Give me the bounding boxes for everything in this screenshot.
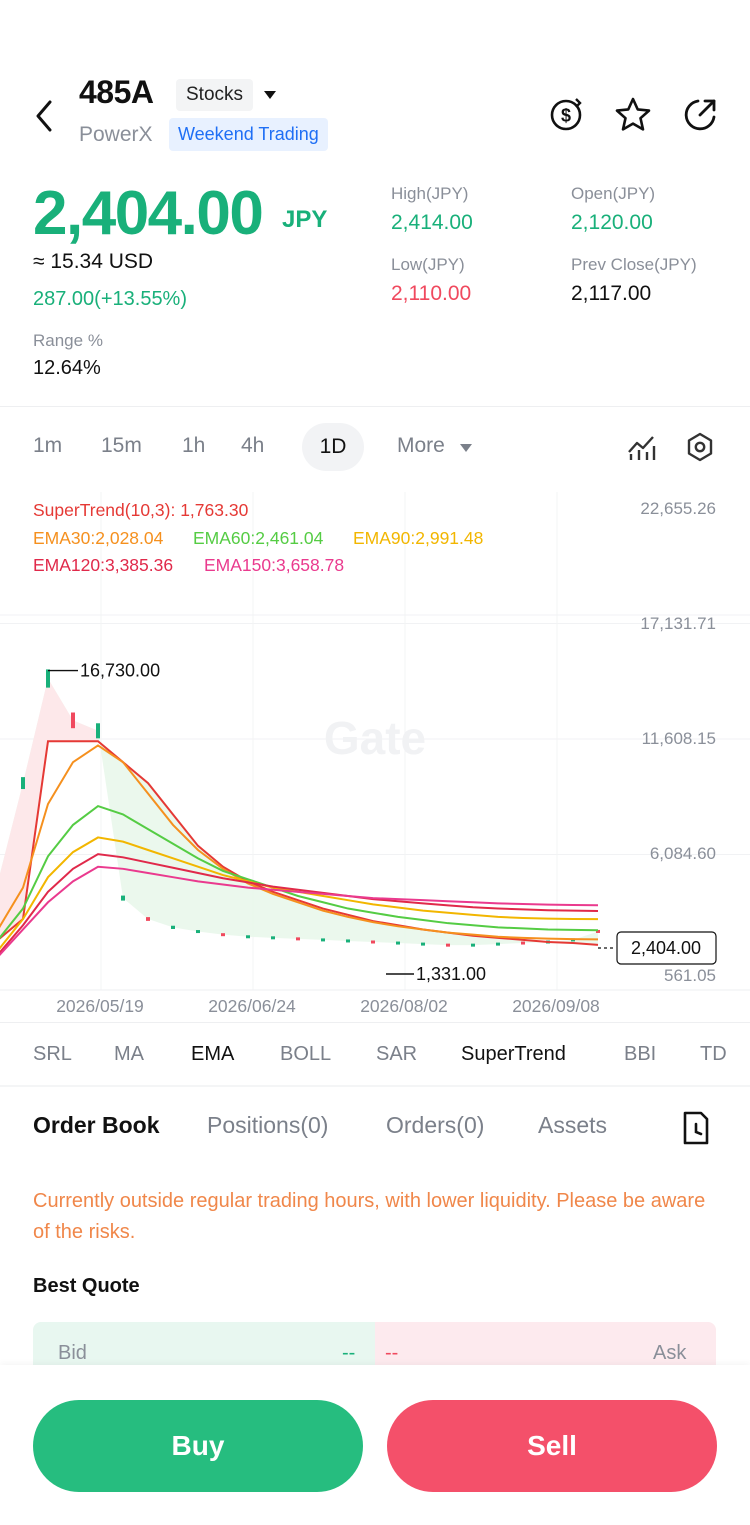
indicator-srl[interactable]: SRL	[33, 1043, 72, 1066]
high-value: 2,414.00	[391, 211, 473, 234]
tf-1d-label: 1D	[319, 435, 347, 458]
tf-4h[interactable]: 4h	[241, 434, 264, 458]
low-label: Low(JPY)	[391, 255, 465, 274]
legend-ema120: EMA120:3,385.36	[33, 555, 174, 575]
star-icon[interactable]	[614, 96, 652, 134]
tf-more[interactable]: More	[397, 434, 445, 458]
section-divider	[0, 406, 750, 407]
y-tick-label: 11,608.15	[642, 729, 716, 748]
legend-ema90: EMA90:2,991.48	[353, 528, 484, 548]
y-tick-label: 22,655.26	[640, 499, 716, 518]
legend-ema30: EMA30:2,028.04	[33, 528, 164, 548]
bid-value: --	[342, 1342, 356, 1364]
currency-convert-icon[interactable]: $	[547, 96, 585, 134]
x-tick-label: 2026/06/24	[208, 996, 296, 1016]
tf-15m[interactable]: 15m	[101, 434, 142, 458]
indicator-td[interactable]: TD	[700, 1043, 727, 1066]
ticker-symbol: 485A	[79, 74, 154, 110]
caret-down-icon[interactable]	[262, 88, 278, 102]
candle	[71, 712, 75, 729]
legend-supertrend: SuperTrend(10,3): 1,763.30	[33, 500, 249, 520]
max-price-label: 16,730.00	[80, 661, 160, 681]
open-label: Open(JPY)	[571, 184, 656, 203]
indicator-bbi[interactable]: BBI	[624, 1043, 656, 1066]
ask-value: --	[385, 1342, 399, 1364]
back-icon[interactable]	[30, 96, 60, 136]
tf-1d[interactable]: 1D	[302, 423, 364, 471]
buy-button[interactable]: Buy	[33, 1400, 363, 1492]
x-tick-label: 2026/05/19	[56, 996, 144, 1016]
range-value: 12.64%	[33, 357, 101, 379]
indicator-ema[interactable]: EMA	[191, 1043, 234, 1066]
indicator-supertrend[interactable]: SuperTrend	[461, 1043, 566, 1066]
candle	[96, 723, 100, 739]
indicator-divider	[0, 1085, 750, 1087]
sell-button[interactable]: Sell	[387, 1400, 717, 1492]
candle	[446, 943, 450, 947]
candle	[21, 777, 25, 790]
candle	[171, 925, 175, 929]
gate-watermark: Gate	[324, 712, 426, 764]
chart-style-icon[interactable]	[626, 432, 658, 462]
trading-hours-warning: Currently outside regular trading hours,…	[33, 1190, 706, 1243]
prev-close-value: 2,117.00	[571, 282, 652, 305]
candle	[221, 933, 225, 937]
company-name: PowerX	[79, 123, 153, 146]
weekend-trading-badge: Weekend Trading	[169, 118, 328, 151]
min-price-label: 1,331.00	[416, 964, 486, 984]
last-price: 2,404.00	[33, 179, 264, 248]
chart-divider	[0, 1022, 750, 1023]
y-tick-label: 561.05	[664, 966, 716, 985]
candle	[346, 939, 350, 943]
indicator-ma[interactable]: MA	[114, 1043, 144, 1066]
candle	[396, 941, 400, 945]
candle	[121, 895, 125, 901]
tf-1m[interactable]: 1m	[33, 434, 62, 458]
y-tick-label: 17,131.71	[640, 614, 716, 633]
settings-hexagon-icon[interactable]	[684, 431, 716, 463]
legend-ema60: EMA60:2,461.04	[193, 528, 324, 548]
tab-assets[interactable]: Assets	[538, 1112, 607, 1139]
candle	[146, 917, 150, 921]
order-history-icon[interactable]	[680, 1110, 712, 1146]
candle	[321, 938, 325, 942]
candle	[196, 930, 200, 934]
candle	[521, 941, 525, 945]
bid-label: Bid	[58, 1342, 87, 1364]
high-label: High(JPY)	[391, 184, 469, 203]
indicator-boll[interactable]: BOLL	[280, 1043, 331, 1066]
candle	[271, 936, 275, 940]
svg-text:$: $	[561, 106, 571, 126]
share-icon[interactable]	[681, 96, 719, 134]
more-caret-icon[interactable]	[458, 442, 474, 454]
low-value: 2,110.00	[391, 282, 472, 305]
tab-orders[interactable]: Orders(0)	[386, 1112, 484, 1139]
last-price-label: 2,404.00	[631, 938, 701, 958]
tab-positions[interactable]: Positions(0)	[207, 1112, 328, 1139]
candle	[471, 943, 475, 947]
candle	[296, 937, 300, 941]
x-tick-label: 2026/09/08	[512, 996, 600, 1016]
x-tick-label: 2026/08/02	[360, 996, 448, 1016]
price-change: 287.00(+13.55%)	[33, 288, 188, 310]
legend-ema150: EMA150:3,658.78	[204, 555, 345, 575]
candle	[421, 942, 425, 946]
asset-type-selector[interactable]: Stocks	[176, 79, 254, 111]
open-value: 2,120.00	[571, 211, 653, 234]
ask-label: Ask	[653, 1342, 687, 1364]
tab-order-book[interactable]: Order Book	[33, 1112, 160, 1139]
range-label: Range %	[33, 331, 103, 350]
price-currency: JPY	[282, 206, 328, 233]
y-tick-label: 6,084.60	[650, 844, 716, 863]
best-quote-title: Best Quote	[33, 1275, 140, 1297]
candle	[246, 935, 250, 939]
candle	[496, 942, 500, 946]
prev-close-label: Prev Close(JPY)	[571, 255, 697, 274]
tf-1h[interactable]: 1h	[182, 434, 205, 458]
indicator-sar[interactable]: SAR	[376, 1043, 417, 1066]
usd-equivalent: ≈ 15.34 USD	[33, 250, 154, 273]
candle	[371, 940, 375, 944]
candle	[46, 669, 50, 688]
